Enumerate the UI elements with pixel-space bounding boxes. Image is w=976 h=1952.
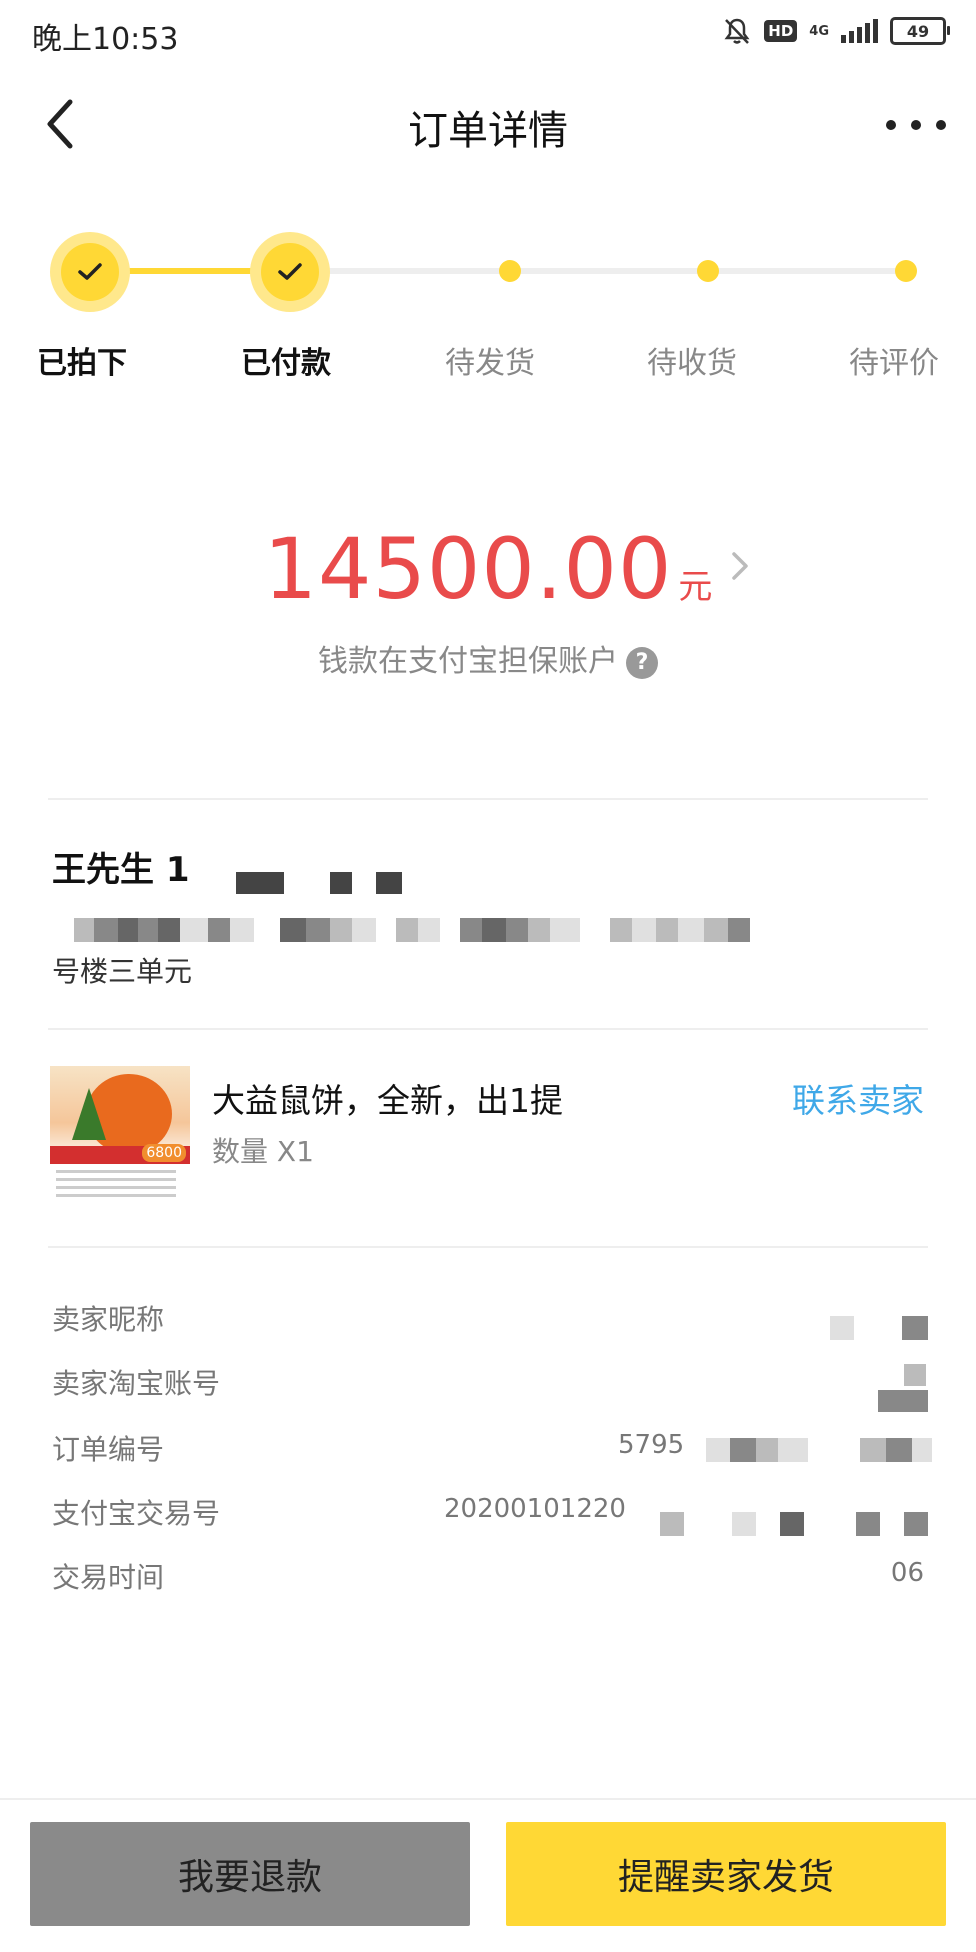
address-line: 号楼三单元 — [52, 955, 193, 988]
mute-icon — [724, 18, 750, 44]
step-marker-paid — [250, 232, 330, 312]
redacted-block — [856, 1512, 880, 1536]
step-label: 已拍下 — [37, 346, 127, 381]
refund-button[interactable]: 我要退款 — [30, 1822, 470, 1926]
redacted-block — [830, 1316, 854, 1340]
currency-unit: 元 — [678, 567, 713, 607]
battery-level: 49 — [906, 21, 930, 41]
step-marker-ordered — [50, 232, 130, 312]
step-marker-to-review — [895, 260, 917, 282]
contact-seller-link[interactable]: 联系卖家 — [792, 1074, 924, 1122]
progress-line-pending — [290, 268, 910, 274]
check-icon — [278, 263, 302, 280]
amount-detail-button[interactable] — [728, 548, 752, 584]
escrow-note-row: 钱款在支付宝担保账户? — [0, 636, 976, 680]
alipay-trade-value[interactable]: 20200101220 — [444, 1494, 626, 1524]
battery-icon: 49 — [890, 17, 950, 45]
step-label: 待发货 — [445, 346, 535, 381]
escrow-note: 钱款在支付宝担保账户 — [318, 644, 618, 679]
more-dot-icon — [936, 120, 946, 130]
divider — [48, 1246, 928, 1248]
product-thumbnail[interactable]: 6800 — [50, 1066, 190, 1208]
order-number-label: 订单编号 — [52, 1433, 165, 1466]
redacted-block — [660, 1512, 684, 1536]
payment-amount-row[interactable]: 14500.00 元 — [0, 520, 976, 618]
redacted-block — [878, 1390, 928, 1412]
divider — [48, 1028, 928, 1030]
payment-amount: 14500.00 — [263, 520, 673, 618]
step-label: 已付款 — [241, 346, 331, 381]
page-title: 订单详情 — [408, 108, 568, 154]
product-image-text — [56, 1170, 176, 1200]
trade-time-value: 06 — [890, 1558, 924, 1588]
step-marker-to-receive — [697, 260, 719, 282]
status-time: 晚上10:53 — [32, 22, 179, 57]
redacted-block — [904, 1364, 926, 1386]
product-title[interactable]: 大益鼠饼，全新，出1提 — [212, 1074, 563, 1122]
redacted-order-number — [706, 1438, 932, 1462]
redacted-block — [236, 872, 284, 894]
remind-seller-ship-button[interactable]: 提醒卖家发货 — [506, 1822, 946, 1926]
product-image-orange — [86, 1074, 172, 1154]
bottom-bar-divider — [0, 1798, 976, 1800]
hd-badge: HD — [764, 20, 798, 42]
trade-time-label: 交易时间 — [52, 1561, 165, 1594]
redacted-block — [902, 1316, 928, 1340]
redacted-block — [376, 872, 402, 894]
signal-icon — [841, 19, 878, 43]
redacted-block — [780, 1512, 804, 1536]
network-type: 4G — [809, 23, 829, 39]
divider — [48, 798, 928, 800]
status-icons: HD 4G 49 — [722, 16, 950, 46]
chevron-right-icon — [732, 552, 748, 580]
step-label: 待评价 — [849, 346, 939, 381]
more-button[interactable] — [886, 110, 946, 140]
more-dot-icon — [911, 120, 921, 130]
seller-nickname-label: 卖家昵称 — [52, 1303, 165, 1336]
redacted-address-line — [74, 918, 920, 942]
step-marker-to-ship — [499, 260, 521, 282]
step-label: 待收货 — [647, 346, 737, 381]
alipay-trade-label: 支付宝交易号 — [52, 1497, 221, 1530]
more-dot-icon — [886, 120, 896, 130]
order-number-value[interactable]: 5795 — [618, 1430, 684, 1460]
redacted-block — [904, 1512, 928, 1536]
check-icon — [78, 263, 102, 280]
product-quantity: 数量 X1 — [212, 1135, 314, 1168]
seller-account-label: 卖家淘宝账号 — [52, 1367, 221, 1400]
redacted-block — [732, 1512, 756, 1536]
redacted-block — [330, 872, 352, 894]
help-icon[interactable]: ? — [626, 646, 658, 679]
thumb-price-tag: 6800 — [142, 1144, 186, 1162]
recipient-name: 王先生 1 — [52, 850, 190, 890]
